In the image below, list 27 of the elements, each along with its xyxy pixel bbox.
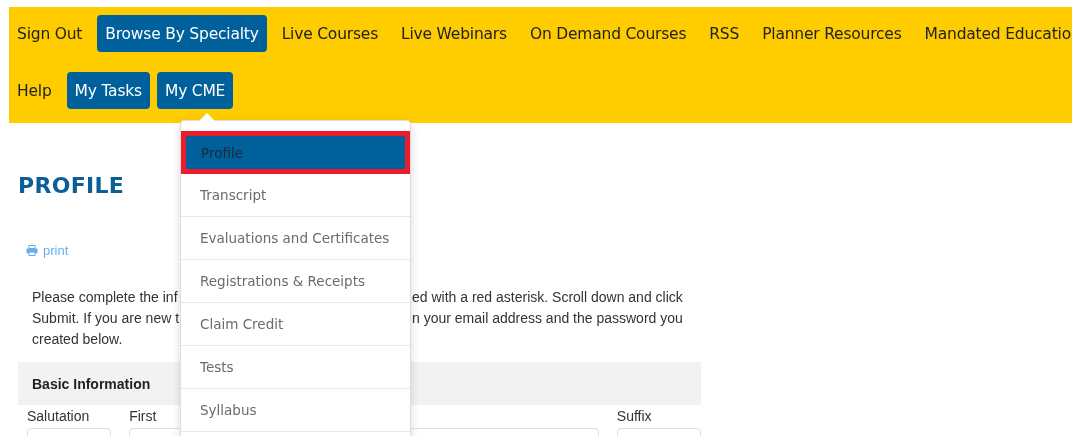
nav-link[interactable]: Help	[9, 72, 60, 109]
nav-link[interactable]: My CME	[156, 72, 234, 109]
menu-item[interactable]: Tests	[181, 346, 410, 389]
field-label: Suffix	[616, 408, 652, 424]
intro-text: ed with a red asterisk. Scroll down and click	[412, 288, 683, 307]
nav-link[interactable]: Live Courses	[273, 15, 387, 52]
intro-text: Submit. If you are new t	[32, 310, 180, 326]
field-label: Salutation	[27, 408, 90, 424]
nav-link[interactable]: My Tasks	[66, 72, 150, 109]
menu-item[interactable]: Claim Credit	[181, 303, 410, 346]
nav-link[interactable]: On Demand Courses	[521, 15, 695, 52]
intro-text: n your email address and the password you	[412, 309, 683, 328]
nav-link[interactable]: Sign Out	[9, 15, 91, 52]
menu-item[interactable]: Syllabus	[181, 389, 410, 432]
section-title: Basic Information	[32, 375, 151, 392]
nav-link[interactable]: Planner Resources	[754, 15, 910, 52]
nav-link[interactable]: Browse By Specialty	[97, 15, 267, 52]
menu-item[interactable]: Evaluations and Certificates	[181, 217, 410, 260]
menu-item[interactable]: Registrations & Receipts	[181, 260, 410, 303]
intro-text: created below.	[32, 331, 123, 347]
nav-link[interactable]: Mandated Educatio	[916, 15, 1072, 52]
menu-item[interactable]: Transcript	[181, 174, 410, 217]
page-title: PROFILE	[18, 173, 125, 199]
field-label: First	[129, 408, 157, 424]
intro-text: Please complete the inf	[32, 289, 178, 305]
nav-link[interactable]: RSS	[701, 15, 748, 52]
nav-link[interactable]: Live Webinars	[393, 15, 515, 52]
